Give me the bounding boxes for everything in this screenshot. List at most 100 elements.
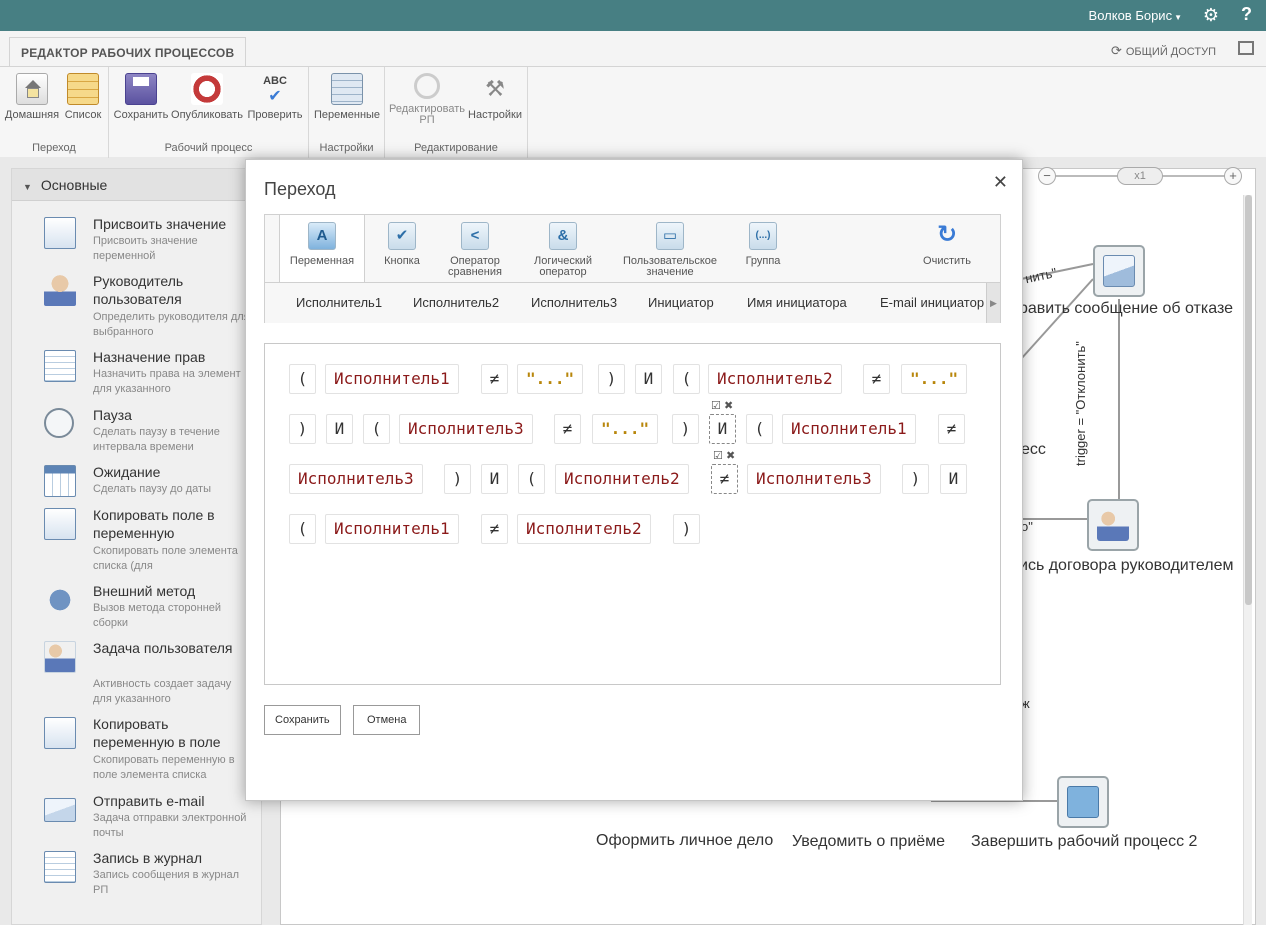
expr-token[interactable]: ( (289, 514, 316, 544)
cancel-button[interactable]: Отмена (353, 705, 421, 735)
clear-button[interactable]: ↻ Очистить (915, 215, 979, 283)
share-button[interactable]: ⟳ ОБЩИЙ ДОСТУП (1111, 43, 1216, 59)
list-button[interactable]: Список (62, 73, 104, 121)
ribbon-group-label: Редактирование (414, 142, 498, 154)
expr-token[interactable]: Исполнитель2 (517, 514, 651, 544)
canvas-scrollbar[interactable] (1243, 195, 1252, 925)
validate-button[interactable]: ABC ✔ Проверить (245, 73, 305, 121)
gear-icon[interactable]: ⚙ (1203, 5, 1219, 26)
close-icon[interactable]: ✕ (993, 172, 1008, 193)
activity-title: Копировать поле в переменную (93, 507, 215, 541)
variable-item[interactable]: Имя инициатора (747, 295, 847, 310)
scrollbar-thumb[interactable] (1245, 195, 1252, 605)
expr-token[interactable]: И (326, 414, 353, 444)
activity-copy-variable-to-field[interactable]: Копировать переменную в поле Скопировать… (12, 715, 261, 787)
expr-token[interactable]: Исполнитель2 (708, 364, 842, 394)
variable-item[interactable]: Исполнитель3 (531, 295, 617, 310)
ribbon-tab-editor[interactable]: РЕДАКТОР РАБОЧИХ ПРОЦЕССОВ (9, 37, 247, 67)
expr-token[interactable]: ) (598, 364, 625, 394)
expr-token[interactable]: ) (673, 514, 700, 544)
expr-token[interactable]: Исполнитель1 (782, 414, 916, 444)
activity-user-manager[interactable]: Руководитель пользователя Определить рук… (12, 272, 261, 344)
edit-icon[interactable]: ☑ (713, 450, 723, 462)
expr-token[interactable]: Исполнитель3 (399, 414, 533, 444)
tab-comparison-operator[interactable]: < Оператор сравнения (437, 215, 513, 283)
variables-button[interactable]: Переменные (313, 73, 381, 121)
expr-token[interactable]: Исполнитель3 (747, 464, 881, 494)
expr-token[interactable]: "..." (517, 364, 584, 394)
save-button[interactable]: Сохранить (264, 705, 341, 735)
expr-token[interactable]: ≠ (481, 514, 508, 544)
expr-token[interactable]: ) (444, 464, 471, 494)
variable-item[interactable]: Инициатор (648, 295, 714, 310)
zoom-control[interactable]: − x1 + (1035, 166, 1245, 186)
activity-wait[interactable]: Ожидание Сделать паузу до даты (12, 463, 261, 503)
expr-token[interactable]: ≠ (863, 364, 890, 394)
expr-token-selected[interactable]: ≠ (711, 464, 738, 494)
publish-button[interactable]: Опубликовать (170, 73, 244, 121)
expr-token[interactable]: ( (673, 364, 700, 394)
activity-write-log[interactable]: Запись в журнал Запись сообщения в журна… (12, 849, 261, 904)
activity-assign-value[interactable]: Присвоить значение Присвоить значение пе… (12, 215, 261, 270)
publish-label: Опубликовать (171, 109, 243, 121)
puzzle-icon (44, 584, 76, 616)
finish-node[interactable] (1057, 776, 1109, 828)
activity-user-task[interactable]: Задача пользователя Активность создает з… (12, 639, 261, 711)
expr-token[interactable]: ( (518, 464, 545, 494)
expr-token[interactable]: "..." (592, 414, 659, 444)
activity-pause[interactable]: Пауза Сделать паузу в течение интервала … (12, 406, 261, 461)
delete-icon[interactable]: ✖ (724, 400, 733, 412)
expr-token[interactable]: И (481, 464, 508, 494)
send-reject-node[interactable] (1093, 245, 1145, 297)
variable-item[interactable]: Исполнитель1 (296, 295, 382, 310)
variable-item[interactable]: Исполнитель2 (413, 295, 499, 310)
scroll-right-icon[interactable]: ▶ (986, 283, 1000, 323)
tab-button[interactable]: ✔ Кнопка (371, 215, 433, 283)
expr-token[interactable]: ≠ (481, 364, 508, 394)
manager-sign-node[interactable] (1087, 499, 1139, 551)
expr-token[interactable]: Исполнитель2 (555, 464, 689, 494)
user-name: Волков Борис (1088, 8, 1173, 23)
clock-icon (44, 408, 74, 438)
settings-button[interactable]: ⚒ Настройки (467, 73, 523, 121)
activity-external-method[interactable]: Внешний метод Вызов метода сторонней сбо… (12, 582, 261, 637)
activity-copy-field-to-variable[interactable]: Копировать поле в переменную Скопировать… (12, 506, 261, 578)
fullscreen-icon[interactable] (1238, 41, 1254, 55)
ribbon-group-label: Переход (32, 142, 76, 154)
expr-token[interactable]: Исполнитель1 (325, 364, 459, 394)
expr-token[interactable]: ( (363, 414, 390, 444)
activities-section-header[interactable]: ▼ Основные (12, 169, 261, 201)
expr-token-selected[interactable]: И (709, 414, 736, 444)
help-icon[interactable]: ? (1241, 4, 1252, 25)
home-button[interactable]: Домашняя (4, 73, 60, 121)
expr-token[interactable]: Исполнитель1 (325, 514, 459, 544)
expression-area[interactable]: ( Исполнитель1 ≠ "..." ) И ( Исполнитель… (264, 343, 1001, 685)
expr-token[interactable]: ) (289, 414, 316, 444)
expr-token[interactable]: ( (289, 364, 316, 394)
zoom-slider[interactable]: x1 (1117, 167, 1163, 185)
expr-token[interactable]: ≠ (554, 414, 581, 444)
expr-token[interactable]: И (635, 364, 662, 394)
tab-label: Оператор сравнения (448, 255, 502, 278)
expr-token[interactable]: ) (902, 464, 929, 494)
tab-group[interactable]: (...) Группа (735, 215, 791, 283)
tab-variable[interactable]: A Переменная (279, 215, 365, 284)
edit-icon[interactable]: ☑ (711, 400, 721, 412)
save-workflow-button[interactable]: Сохранить (113, 73, 169, 121)
activity-assign-permissions[interactable]: Назначение прав Назначить права на элеме… (12, 348, 261, 403)
user-menu[interactable]: Волков Борис ▼ (1089, 8, 1182, 23)
tab-custom-value[interactable]: ▭ Пользовательское значение (615, 215, 725, 283)
zoom-out-button[interactable]: − (1038, 167, 1056, 185)
delete-icon[interactable]: ✖ (726, 450, 735, 462)
expr-token[interactable]: ) (672, 414, 699, 444)
zoom-in-button[interactable]: + (1224, 167, 1242, 185)
expr-token[interactable]: Исполнитель3 (289, 464, 423, 494)
tab-logical-operator[interactable]: & Логический оператор (523, 215, 603, 283)
expr-token[interactable]: ≠ (938, 414, 965, 444)
expr-token[interactable]: "..." (901, 364, 968, 394)
variable-item[interactable]: E-mail инициатор (880, 295, 985, 310)
activity-send-email[interactable]: Отправить e-mail Задача отправки электро… (12, 792, 261, 847)
edit-workflow-button[interactable]: Редактировать РП (389, 73, 465, 126)
expr-token[interactable]: ( (746, 414, 773, 444)
expr-token[interactable]: И (940, 464, 967, 494)
